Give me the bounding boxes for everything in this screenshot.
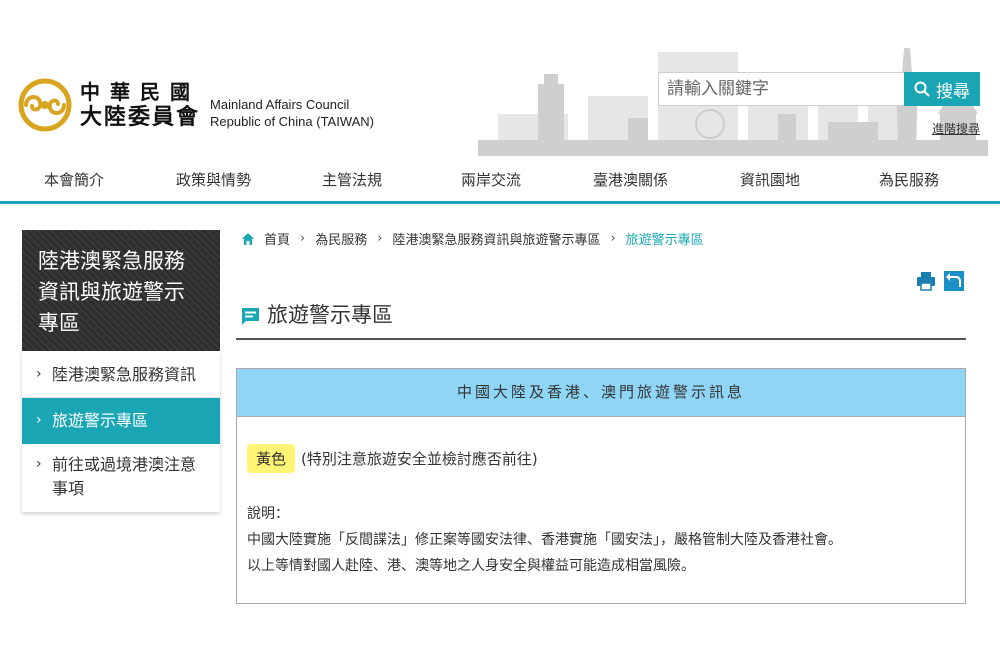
- sidebar-item-transit-notes[interactable]: › 前往或過境港澳注意事項: [22, 444, 220, 512]
- sidebar-item-travel-warning[interactable]: › 旅遊警示專區: [22, 398, 220, 444]
- nav-item-policy[interactable]: 政策與情勢: [176, 169, 251, 190]
- warning-level-badge: 黃色: [247, 444, 296, 473]
- page-title: 旅遊警示專區: [267, 303, 393, 327]
- logo-cn-line2: 大陸委員會: [80, 104, 201, 130]
- search-button-label: 搜尋: [936, 81, 970, 102]
- breadcrumb-home[interactable]: 首頁: [264, 229, 290, 248]
- chevron-right-icon: ›: [36, 366, 42, 382]
- breadcrumb-separator-icon: ›: [610, 231, 616, 246]
- breadcrumb-current: 旅遊警示專區: [625, 233, 704, 248]
- logo-en-line1: Mainland Affairs Council: [210, 97, 350, 112]
- search-icon: [914, 81, 930, 97]
- nav-item-cross-strait[interactable]: 兩岸交流: [461, 169, 521, 190]
- nav-item-services[interactable]: 為民服務: [879, 169, 939, 190]
- sidebar-item-label: 前往或過境港澳注意事項: [52, 455, 197, 498]
- breadcrumb-services[interactable]: 為民服務: [315, 229, 367, 248]
- breadcrumb-separator-icon: ›: [300, 231, 306, 246]
- breadcrumb: 首頁 › 為民服務 › 陸港澳緊急服務資訊與旅遊警示專區 › 旅遊警示專區: [242, 229, 704, 248]
- warning-level-text: (特別注意旅遊安全並檢討應否前往): [301, 450, 538, 468]
- search-bar: 搜尋: [658, 72, 980, 106]
- logo-cn-line1: 中華民國: [80, 80, 200, 104]
- notice-description: 說明： 中國大陸實施「反間諜法」修正案等國安法律、香港實施「國安法」，嚴格管制大…: [247, 501, 955, 579]
- warning-level-row: 黃色 (特別注意旅遊安全並檢討應否前往): [247, 444, 955, 473]
- chevron-right-icon: ›: [36, 456, 42, 472]
- advanced-search-link[interactable]: 進階搜尋: [932, 120, 980, 137]
- logo-english-name: Mainland Affairs Council Republic of Chi…: [210, 96, 374, 130]
- message-icon: [242, 308, 259, 325]
- nav-item-regulations[interactable]: 主管法規: [322, 169, 382, 190]
- nav-item-info[interactable]: 資訊園地: [740, 169, 800, 190]
- sidebar-title-block: 陸港澳緊急服務資訊與旅遊警示專區: [22, 230, 220, 351]
- logo-chinese-name: 中華民國 大陸委員會: [80, 82, 200, 128]
- page-title-bar: 旅遊警示專區: [236, 300, 966, 340]
- page-tools: [916, 271, 964, 291]
- chevron-right-icon: ›: [36, 412, 42, 428]
- travel-warning-notice: 中國大陸及香港、澳門旅遊警示訊息 黃色 (特別注意旅遊安全並檢討應否前往) 說明…: [236, 368, 966, 604]
- notice-heading: 中國大陸及香港、澳門旅遊警示訊息: [237, 369, 965, 417]
- search-input[interactable]: [658, 72, 904, 106]
- back-icon[interactable]: [944, 271, 964, 291]
- home-icon[interactable]: [242, 232, 254, 245]
- sidebar-item-emergency-info[interactable]: › 陸港澳緊急服務資訊: [22, 351, 220, 398]
- notice-body: 黃色 (特別注意旅遊安全並檢討應否前往) 說明： 中國大陸實施「反間諜法」修正案…: [237, 444, 965, 579]
- sidebar-menu: › 陸港澳緊急服務資訊 › 旅遊警示專區 › 前往或過境港澳注意事項: [22, 351, 220, 512]
- site-header: 中華民國 大陸委員會 Mainland Affairs Council Repu…: [0, 0, 1000, 160]
- search-button[interactable]: 搜尋: [904, 72, 980, 106]
- site-logo[interactable]: 中華民國 大陸委員會 Mainland Affairs Council Repu…: [18, 78, 374, 132]
- mac-swirl-logo-icon: [18, 78, 72, 132]
- nav-item-hk-macao[interactable]: 臺港澳關係: [593, 169, 668, 190]
- description-label: 說明：: [247, 506, 289, 522]
- breadcrumb-separator-icon: ›: [377, 231, 383, 246]
- logo-en-line2: Republic of China (TAIWAN): [210, 114, 375, 129]
- print-icon[interactable]: [916, 271, 936, 291]
- main-nav: 本會簡介 政策與情勢 主管法規 兩岸交流 臺港澳關係 資訊園地 為民服務: [0, 160, 1000, 204]
- nav-item-about[interactable]: 本會簡介: [44, 169, 104, 190]
- sidebar-title: 陸港澳緊急服務資訊與旅遊警示專區: [38, 249, 185, 335]
- description-line-1: 中國大陸實施「反間諜法」修正案等國安法律、香港實施「國安法」，嚴格管制大陸及香港…: [247, 532, 842, 548]
- breadcrumb-emergency-zone[interactable]: 陸港澳緊急服務資訊與旅遊警示專區: [392, 229, 600, 248]
- sidebar-item-label: 旅遊警示專區: [52, 411, 149, 430]
- description-line-2: 以上等情對國人赴陸、港、澳等地之人身安全與權益可能造成相當風險。: [247, 558, 695, 574]
- sidebar-item-label: 陸港澳緊急服務資訊: [52, 365, 197, 384]
